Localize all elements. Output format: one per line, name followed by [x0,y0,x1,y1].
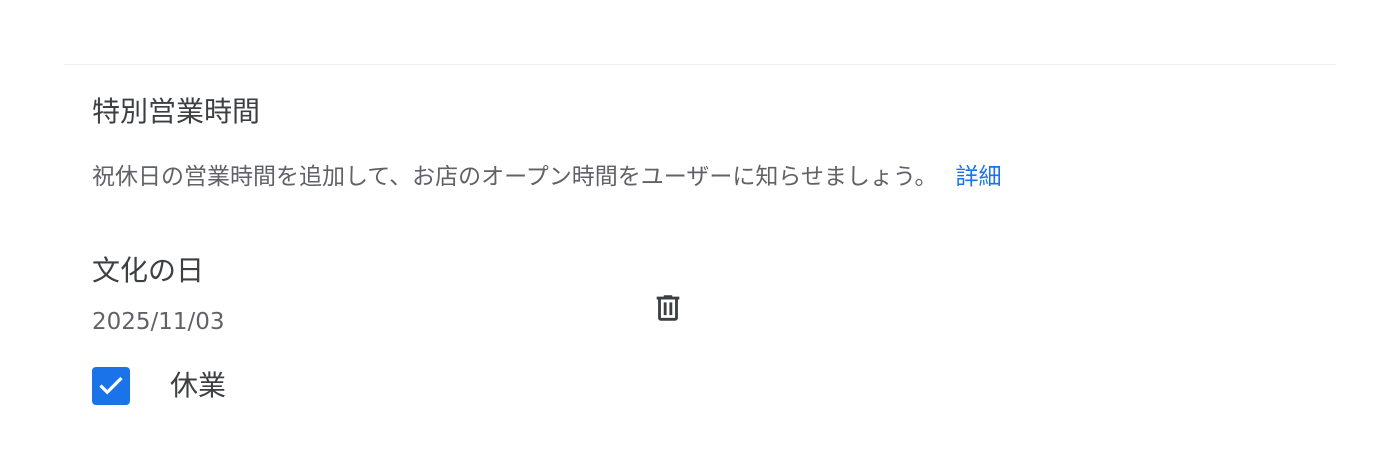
section-description: 祝休日の営業時間を追加して、お店のオープン時間をユーザーに知らせましょう。 詳細 [92,158,1001,196]
special-hours-panel: 特別営業時間 祝休日の営業時間を追加して、お店のオープン時間をユーザーに知らせま… [0,0,1400,476]
description-text: 祝休日の営業時間を追加して、お店のオープン時間をユーザーに知らせましょう。 [92,164,938,190]
closed-option: 休業 [92,366,226,406]
trash-icon [656,295,680,321]
closed-checkbox-label[interactable]: 休業 [170,366,226,406]
delete-holiday-button[interactable] [642,282,694,334]
holiday-date: 2025/11/03 [92,309,225,335]
checkmark-icon [99,376,123,395]
section-title: 特別営業時間 [92,95,261,128]
divider [64,64,1336,65]
holiday-name: 文化の日 [92,254,205,287]
closed-checkbox[interactable] [92,367,130,405]
learn-more-link[interactable]: 詳細 [955,164,1001,190]
